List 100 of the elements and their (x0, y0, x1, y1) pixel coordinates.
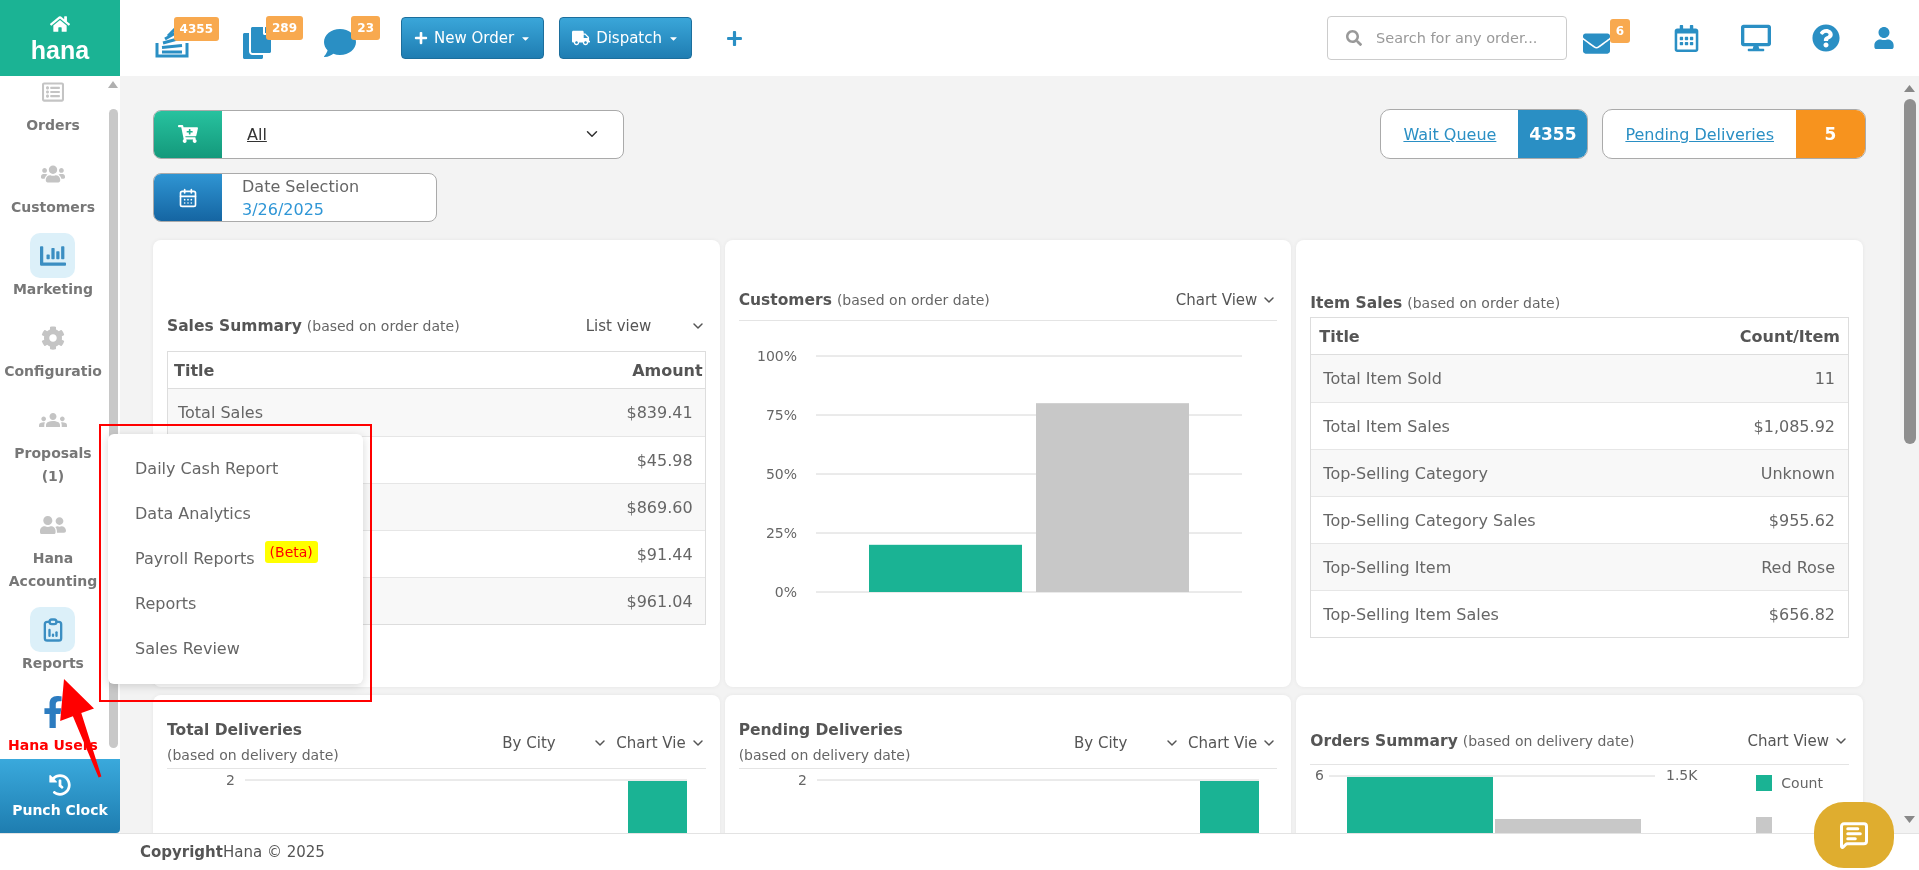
table-cell: $869.60 (626, 497, 693, 517)
cart-plus-icon (154, 110, 222, 158)
scroll-down-icon[interactable] (1904, 816, 1915, 823)
queue-link[interactable]: Wait Queue (1381, 110, 1519, 158)
punch-clock-button[interactable]: Punch Clock (0, 759, 120, 833)
table-cell: Red Rose (1761, 557, 1835, 577)
plus-icon (414, 31, 428, 45)
sidebar-item[interactable]: Configuratio (4, 315, 102, 383)
card-subtitle: (based on delivery date) (167, 746, 339, 765)
search-icon (1346, 30, 1362, 46)
calendar-icon (154, 174, 222, 221)
column-header: Count/Item (1739, 326, 1840, 346)
table-cell: Top-Selling Item (1323, 557, 1452, 577)
card-subtitle: (based on order date) (836, 291, 990, 310)
menu-item[interactable]: Reports (108, 581, 363, 626)
scroll-up-icon[interactable] (1904, 85, 1915, 92)
help-icon[interactable] (1812, 24, 1840, 52)
date-field[interactable]: Date Selection 3/26/2025 (153, 173, 437, 222)
card-title: Pending Deliveries (738, 720, 904, 740)
view-select[interactable]: By City (1074, 733, 1180, 752)
table-cell: 11 (1814, 369, 1835, 388)
table-cell: $656.82 (1768, 604, 1835, 624)
search-input[interactable]: Search for any order... (1376, 30, 1564, 46)
axis-tick-label: 25% (765, 525, 797, 541)
home-icon (50, 13, 70, 34)
card-subtitle: (based on order date) (1407, 294, 1561, 313)
notification-badge: 6 (1609, 18, 1630, 43)
sidebar-item[interactable]: Customers (10, 151, 96, 219)
card-title: Orders Summary (1310, 730, 1458, 751)
notification-badge: 23 (351, 16, 380, 40)
card-title: Sales Summary (167, 316, 302, 336)
notification-badge: 289 (265, 16, 303, 40)
view-select[interactable]: By City (502, 733, 609, 752)
table-cell: $1,085.92 (1753, 416, 1835, 436)
store-select[interactable]: All (153, 109, 624, 159)
column-header: Title (174, 360, 215, 380)
truck-icon (572, 29, 591, 47)
card-subtitle: (based on delivery date) (1462, 731, 1635, 751)
table-cell: Total Item Sold (1323, 369, 1442, 388)
speech-bubble-icon[interactable] (324, 27, 356, 59)
table-cell: Total Sales (178, 403, 264, 422)
sidebar-item[interactable]: Marketing (12, 233, 94, 301)
table-cell: Top-Selling Category (1323, 463, 1488, 483)
column-header: Amount (632, 360, 703, 380)
view-select[interactable]: Chart View (1747, 731, 1849, 750)
axis-tick-label: 1.5K (1666, 767, 1698, 783)
brand-name: hana (30, 36, 90, 63)
legend-label: Count (1781, 775, 1823, 791)
sidebar-item[interactable]: Proposals (1) (2, 397, 104, 488)
axis-tick-label: 100% (756, 348, 797, 364)
user-icon[interactable] (1873, 27, 1895, 49)
clock-history-icon (49, 774, 71, 796)
card-subtitle: (based on order date) (306, 317, 460, 336)
scroll-up-icon[interactable] (108, 81, 118, 88)
view-select[interactable]: List view (585, 317, 706, 335)
table-cell: Top-Selling Item Sales (1323, 604, 1499, 624)
count-badge: 5 (1796, 110, 1865, 158)
card-title: Item Sales (1310, 293, 1403, 313)
table-cell: Top-Selling Category Sales (1323, 510, 1536, 530)
table-cell: $961.04 (626, 591, 693, 611)
card-subtitle: (based on delivery date) (738, 746, 911, 765)
notification-badge: 4355 (173, 17, 219, 41)
axis-tick-label: 75% (765, 407, 797, 423)
card-title: Total Deliveries (167, 720, 304, 740)
calendar-icon[interactable] (1673, 24, 1700, 52)
table-cell: $45.98 (636, 450, 693, 470)
chat-icon (1839, 820, 1869, 850)
card-title: Customers (738, 290, 832, 310)
axis-tick-label: 2 (797, 772, 807, 788)
plus-icon[interactable] (726, 29, 743, 47)
copyright-text: CopyrightHana © 2025 (140, 843, 325, 861)
menu-item[interactable]: Data Analytics (108, 491, 363, 536)
view-select[interactable]: Chart Vie (1188, 733, 1278, 752)
table-cell: $839.41 (626, 403, 693, 422)
table-cell: Total Item Sales (1323, 416, 1450, 436)
view-select[interactable]: Chart View (1175, 291, 1278, 309)
sidebar-item[interactable]: Reports (22, 607, 84, 675)
queue-link[interactable]: Pending Deliveries (1603, 110, 1796, 158)
monitor-icon[interactable] (1741, 23, 1771, 53)
copy-icon[interactable] (241, 27, 273, 59)
view-select[interactable]: Chart Vie (616, 733, 706, 752)
beta-badge: (Beta) (264, 541, 318, 563)
menu-item[interactable]: Payroll Reports (Beta) (108, 536, 363, 581)
sidebar-item[interactable]: Orders (26, 76, 80, 137)
axis-tick-label: 50% (765, 466, 797, 482)
axis-tick-label: 2 (226, 772, 235, 788)
table-cell: $91.44 (636, 544, 693, 564)
action-button[interactable]: New Order (401, 17, 545, 59)
sidebar-item[interactable]: Hana Accounting (2, 502, 104, 593)
action-button[interactable]: Dispatch (559, 17, 692, 59)
table-cell: Unknown (1760, 463, 1835, 483)
menu-item[interactable]: Daily Cash Report (108, 446, 363, 491)
axis-tick-label: 0% (774, 584, 797, 600)
scrollbar-thumb[interactable] (1903, 99, 1916, 444)
axis-tick-label: 6 (1315, 767, 1325, 783)
count-badge: 4355 (1518, 110, 1588, 158)
menu-item[interactable]: Sales Review (108, 626, 363, 671)
table-cell: $955.62 (1768, 510, 1835, 530)
search-field[interactable]: Search for any order... (1327, 16, 1567, 60)
column-header: Title (1319, 326, 1360, 346)
